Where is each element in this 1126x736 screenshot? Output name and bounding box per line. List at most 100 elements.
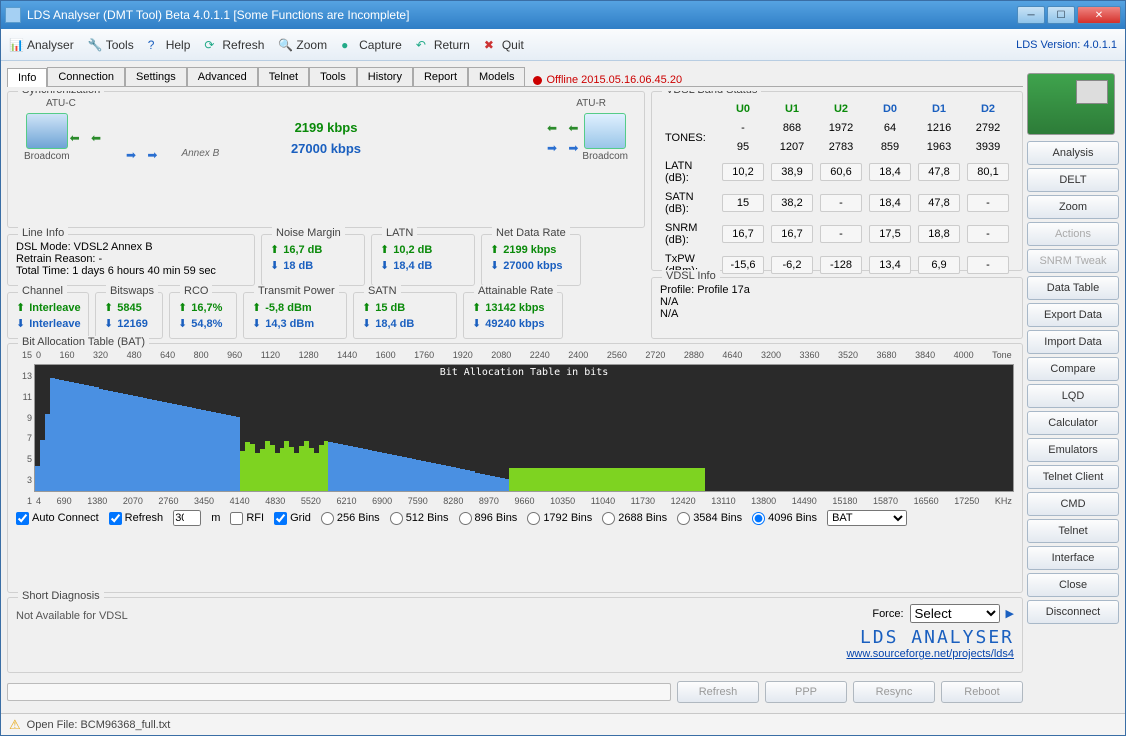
rco-group: RCO⬆16,7%⬇54,8% xyxy=(169,292,237,339)
help-menu[interactable]: ?Help xyxy=(148,38,191,52)
telnet-button[interactable]: Telnet xyxy=(1027,519,1119,543)
side-panel: Analysis DELT Zoom Actions SNRM Tweak Data Ta… xyxy=(1027,67,1119,707)
capture-button[interactable]: ●Capture xyxy=(341,38,402,52)
bins-3584[interactable]: 3584 Bins xyxy=(677,512,742,525)
bins-256[interactable]: 256 Bins xyxy=(321,512,380,525)
tab-advanced[interactable]: Advanced xyxy=(187,67,258,86)
bat-chart[interactable]: Bit Allocation Table in bits xyxy=(34,364,1014,492)
compare-button[interactable]: Compare xyxy=(1027,357,1119,381)
netrate-group: Net Data Rate⬆2199 kbps⬇27000 kbps xyxy=(481,234,581,286)
snrm-tweak-button[interactable]: SNRM Tweak xyxy=(1027,249,1119,273)
analyser-icon: 📊 xyxy=(9,38,23,52)
tab-bar: InfoConnectionSettingsAdvancedTelnetTool… xyxy=(7,67,1023,87)
delt-button[interactable]: DELT xyxy=(1027,168,1119,192)
force-select[interactable]: Select xyxy=(910,604,1000,623)
close-button[interactable]: Close xyxy=(1027,573,1119,597)
up-arrows-left-icon: ⬅ ⬅ xyxy=(70,131,105,145)
refresh-interval[interactable] xyxy=(173,510,201,526)
quit-button[interactable]: ✖Quit xyxy=(484,38,524,52)
vdsl-info-group: VDSL Info Profile: Profile 17a N/A N/A xyxy=(651,277,1023,339)
downstream-rate: 27000 kbps xyxy=(105,141,547,156)
noise-margin-group: Noise Margin⬆16,7 dB⬇18 dB xyxy=(261,234,365,286)
atuc-device: Broadcom xyxy=(24,113,70,162)
refresh-button[interactable]: ⟳Refresh xyxy=(204,38,264,52)
quit-icon: ✖ xyxy=(484,38,498,52)
analyser-menu[interactable]: 📊Analyser xyxy=(9,38,74,52)
export-data-button[interactable]: Export Data xyxy=(1027,303,1119,327)
play-icon[interactable]: ▶ xyxy=(1006,607,1014,620)
lqd-button[interactable]: LQD xyxy=(1027,384,1119,408)
bins-4096[interactable]: 4096 Bins xyxy=(752,512,817,525)
footer-row: Refresh PPP Resync Reboot xyxy=(7,677,1023,707)
down-arrows-right-icon: ➡ ➡ xyxy=(547,141,582,155)
calculator-button[interactable]: Calculator xyxy=(1027,411,1119,435)
maximize-button[interactable]: ☐ xyxy=(1047,6,1075,24)
pcb-image xyxy=(1027,73,1115,135)
bins-896[interactable]: 896 Bins xyxy=(459,512,518,525)
progress-bar xyxy=(7,683,671,701)
up-arrows-right-icon: ⬅ ⬅ xyxy=(547,121,582,135)
diagnosis-group: Short Diagnosis Not Available for VDSL F… xyxy=(7,597,1023,673)
tab-info[interactable]: Info xyxy=(7,68,47,87)
reboot-button[interactable]: Reboot xyxy=(941,681,1023,703)
tab-settings[interactable]: Settings xyxy=(125,67,187,86)
interface-button[interactable]: Interface xyxy=(1027,546,1119,570)
tab-report[interactable]: Report xyxy=(413,67,468,86)
tools-menu[interactable]: 🔧Tools xyxy=(88,38,134,52)
atur-device: Broadcom xyxy=(582,113,628,162)
channel-group: Channel⬆Interleave⬇Interleave xyxy=(7,292,89,339)
bins-512[interactable]: 512 Bins xyxy=(390,512,449,525)
arrow-up-icon: ⬆ xyxy=(270,243,279,256)
sourceforge-link[interactable]: www.sourceforge.net/projects/lds4 xyxy=(846,648,1014,660)
tab-tools[interactable]: Tools xyxy=(309,67,357,86)
window-controls: ─ ☐ ✕ xyxy=(1017,6,1121,24)
tab-models[interactable]: Models xyxy=(468,67,525,86)
tab-connection[interactable]: Connection xyxy=(47,67,125,86)
bat-view-select[interactable]: BAT xyxy=(827,510,907,526)
zoom-button[interactable]: Zoom xyxy=(1027,195,1119,219)
return-button[interactable]: ↶Return xyxy=(416,38,470,52)
refresh-icon: ⟳ xyxy=(204,38,218,52)
cmd-button[interactable]: CMD xyxy=(1027,492,1119,516)
telnet-client-button[interactable]: Telnet Client xyxy=(1027,465,1119,489)
help-icon: ? xyxy=(148,38,162,52)
auto-connect-checkbox[interactable]: Auto Connect xyxy=(16,512,99,525)
zoom-button[interactable]: 🔍Zoom xyxy=(278,38,327,52)
lineinfo-group: Line Info DSL Mode: VDSL2 Annex B Retrai… xyxy=(7,234,255,286)
tab-history[interactable]: History xyxy=(357,67,413,86)
zoom-icon: 🔍 xyxy=(278,38,292,52)
warning-icon: ⚠ xyxy=(9,717,21,733)
grid-checkbox[interactable]: Grid xyxy=(274,512,311,525)
version-label: LDS Version: 4.0.1.1 xyxy=(1016,39,1117,51)
app-icon xyxy=(5,7,21,23)
titlebar: LDS Analyser (DMT Tool) Beta 4.0.1.1 [So… xyxy=(1,1,1125,29)
rfi-checkbox[interactable]: RFI xyxy=(230,512,264,525)
ppp-button[interactable]: PPP xyxy=(765,681,847,703)
window-title: LDS Analyser (DMT Tool) Beta 4.0.1.1 [So… xyxy=(27,8,1017,22)
minimize-button[interactable]: ─ xyxy=(1017,6,1045,24)
attain-group: Attainable Rate⬆13142 kbps⬇49240 kbps xyxy=(463,292,563,339)
analysis-button[interactable]: Analysis xyxy=(1027,141,1119,165)
disconnect-button[interactable]: Disconnect xyxy=(1027,600,1119,624)
status-text: Open File: BCM96368_full.txt xyxy=(27,719,171,731)
data-table-button[interactable]: Data Table xyxy=(1027,276,1119,300)
emulators-button[interactable]: Emulators xyxy=(1027,438,1119,462)
close-button[interactable]: ✕ xyxy=(1077,6,1121,24)
bat-controls: Auto Connect Refresh m RFI Grid 256 Bins… xyxy=(16,506,1014,526)
actions-button[interactable]: Actions xyxy=(1027,222,1119,246)
refresh-button[interactable]: Refresh xyxy=(677,681,759,703)
pc-icon xyxy=(26,113,68,149)
refresh-checkbox[interactable]: Refresh xyxy=(109,512,164,525)
import-data-button[interactable]: Import Data xyxy=(1027,330,1119,354)
bins-1792[interactable]: 1792 Bins xyxy=(527,512,592,525)
statusbar: ⚠ Open File: BCM96368_full.txt xyxy=(1,713,1125,735)
tab-telnet[interactable]: Telnet xyxy=(258,67,309,86)
band-table: U0U1U2D0D1D2TONES:-868197264121627929512… xyxy=(660,98,1014,282)
toolbar: 📊Analyser 🔧Tools ?Help ⟳Refresh 🔍Zoom ●C… xyxy=(1,29,1125,61)
resync-button[interactable]: Resync xyxy=(853,681,935,703)
latn-group: LATN⬆10,2 dB⬇18,4 dB xyxy=(371,234,475,286)
down-arrows-left-icon: ➡ ➡ xyxy=(126,148,161,162)
upstream-rate: 2199 kbps xyxy=(105,120,547,135)
bins-2688[interactable]: 2688 Bins xyxy=(602,512,667,525)
capture-icon: ● xyxy=(341,38,355,52)
